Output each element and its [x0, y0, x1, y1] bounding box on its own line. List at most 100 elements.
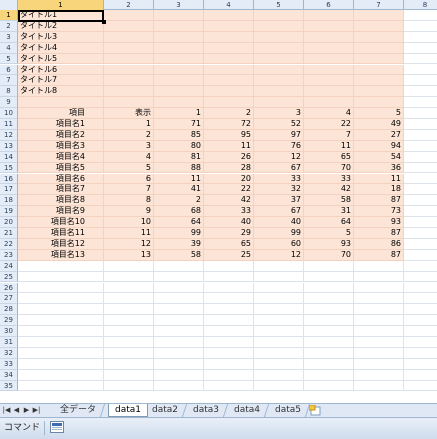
sheet-tab-data2[interactable]: data2 [143, 404, 188, 417]
cell[interactable] [354, 75, 404, 87]
cell[interactable] [254, 315, 304, 327]
row-header-3[interactable]: 3 [0, 31, 18, 43]
table-data-cell[interactable]: 項目名4 [18, 151, 104, 163]
row-header-21[interactable]: 21 [0, 228, 18, 239]
cell[interactable] [154, 347, 204, 359]
table-data-cell[interactable]: 項目名10 [18, 217, 104, 228]
cell[interactable] [204, 293, 254, 305]
cell[interactable] [154, 271, 204, 283]
table-data-cell[interactable]: 94 [354, 140, 404, 152]
cell[interactable] [104, 293, 154, 305]
cell[interactable] [204, 369, 254, 381]
cell[interactable] [404, 86, 437, 98]
table-data-cell[interactable]: 42 [304, 184, 354, 196]
row-header-4[interactable]: 4 [0, 42, 18, 54]
cell[interactable] [18, 304, 104, 316]
cell[interactable] [254, 42, 304, 54]
cell[interactable] [354, 86, 404, 98]
table-data-cell[interactable]: 11 [154, 173, 204, 185]
row-header-12[interactable]: 12 [0, 129, 18, 141]
cell[interactable] [104, 358, 154, 370]
cell[interactable] [254, 304, 304, 316]
cell[interactable] [254, 347, 304, 359]
cell[interactable] [254, 86, 304, 98]
next-sheet-nav-button[interactable]: ▶ [22, 405, 31, 416]
cell[interactable] [154, 304, 204, 316]
cell[interactable] [404, 10, 437, 21]
cell[interactable] [354, 380, 404, 392]
cell[interactable] [404, 65, 437, 76]
table-data-cell[interactable]: 36 [354, 162, 404, 174]
new-sheet-icon[interactable] [308, 404, 323, 416]
table-data-cell[interactable]: 58 [304, 195, 354, 207]
cell[interactable] [404, 130, 437, 141]
cell[interactable] [354, 260, 404, 272]
row-header-27[interactable]: 27 [0, 293, 18, 305]
table-data-cell[interactable]: 58 [154, 249, 204, 261]
table-data-cell[interactable]: 項目名12 [18, 238, 104, 250]
sheet-tab-all-data[interactable]: 全データ [51, 404, 106, 417]
cell[interactable] [104, 75, 154, 87]
cell[interactable] [254, 31, 304, 43]
cell[interactable] [304, 42, 354, 54]
cell[interactable] [18, 326, 104, 337]
select-all-corner[interactable] [0, 0, 18, 10]
sheet-tab-data5[interactable]: data5 [266, 404, 311, 417]
table-data-cell[interactable]: 7 [304, 129, 354, 141]
cell[interactable] [304, 337, 354, 348]
table-header-cell[interactable]: 1 [154, 108, 204, 119]
cell[interactable] [354, 282, 404, 294]
table-data-cell[interactable]: 87 [354, 249, 404, 261]
table-data-cell[interactable]: 97 [254, 129, 304, 141]
cell[interactable] [18, 369, 104, 381]
cell[interactable] [304, 326, 354, 337]
row-header-17[interactable]: 17 [0, 184, 18, 196]
cell[interactable] [354, 293, 404, 305]
cell[interactable] [404, 304, 437, 316]
cell[interactable] [404, 141, 437, 152]
cell[interactable] [304, 347, 354, 359]
cell[interactable] [354, 304, 404, 316]
row-header-10[interactable]: 10 [0, 108, 18, 119]
normal-view-icon[interactable] [50, 421, 64, 433]
table-header-cell[interactable]: 4 [304, 108, 354, 119]
cell[interactable] [154, 293, 204, 305]
table-data-cell[interactable]: 60 [254, 238, 304, 250]
table-data-cell[interactable]: 33 [204, 206, 254, 218]
cell[interactable] [404, 293, 437, 305]
cell[interactable] [354, 326, 404, 337]
cell[interactable] [304, 282, 354, 294]
cell[interactable] [404, 108, 437, 119]
cell[interactable] [204, 315, 254, 327]
cell[interactable] [104, 10, 154, 21]
cell[interactable] [154, 260, 204, 272]
cell[interactable] [304, 64, 354, 76]
table-data-cell[interactable]: 67 [254, 206, 304, 218]
row-header-8[interactable]: 8 [0, 86, 18, 98]
cell[interactable] [204, 337, 254, 348]
cell[interactable] [404, 174, 437, 185]
cell[interactable] [104, 380, 154, 392]
cell[interactable] [154, 86, 204, 98]
cell[interactable] [18, 347, 104, 359]
cell[interactable] [254, 271, 304, 283]
cell[interactable] [404, 32, 437, 43]
cell[interactable] [404, 195, 437, 207]
table-data-cell[interactable]: 32 [254, 184, 304, 196]
row-header-2[interactable]: 2 [0, 20, 18, 32]
row-header-32[interactable]: 32 [0, 347, 18, 359]
cell[interactable] [104, 42, 154, 54]
cell[interactable] [204, 64, 254, 76]
title-cell[interactable]: タイトル4 [18, 42, 104, 54]
table-data-cell[interactable]: 11 [104, 228, 154, 239]
row-header-29[interactable]: 29 [0, 315, 18, 327]
table-data-cell[interactable]: 8 [104, 195, 154, 207]
cell[interactable] [204, 304, 254, 316]
cell[interactable] [204, 97, 254, 109]
table-data-cell[interactable]: 80 [154, 140, 204, 152]
row-header-11[interactable]: 11 [0, 119, 18, 130]
cell[interactable] [404, 43, 437, 54]
first-sheet-nav-button[interactable]: |◀ [2, 405, 11, 416]
cell[interactable] [254, 97, 304, 109]
cell[interactable] [18, 260, 104, 272]
